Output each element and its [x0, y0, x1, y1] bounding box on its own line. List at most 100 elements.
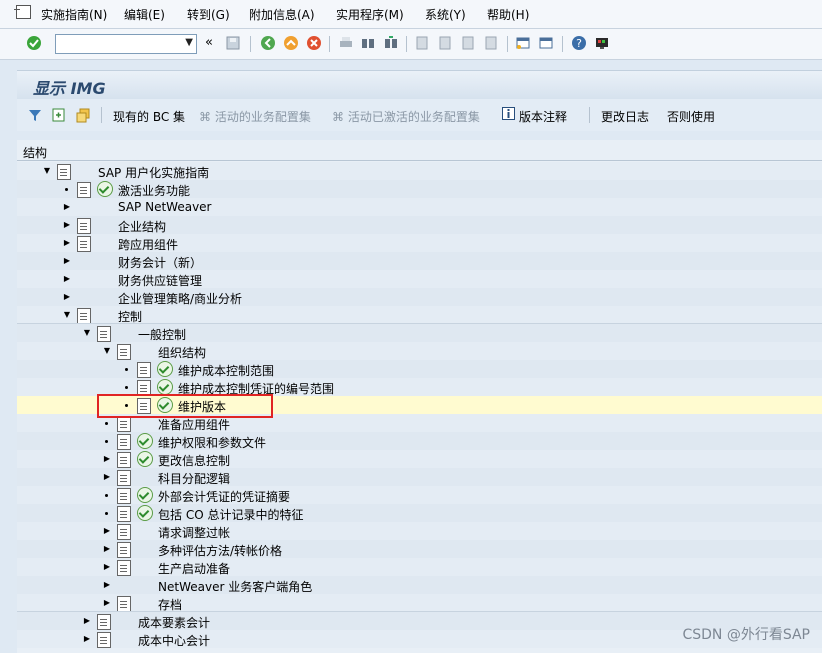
existing-bc-sets-button[interactable]: 现有的 BC 集 — [113, 108, 185, 125]
first-page-icon[interactable] — [414, 35, 430, 51]
expand-node-icon[interactable]: ▶ — [62, 274, 72, 284]
release-notes-button[interactable]: 版本注释 — [502, 107, 567, 125]
tree-node[interactable] — [17, 468, 822, 486]
expand-node-icon[interactable]: ▶ — [62, 202, 72, 212]
create-session-icon[interactable] — [515, 35, 531, 51]
tree-node-label[interactable]: 准备应用组件 — [158, 416, 230, 433]
expand-node-icon[interactable]: ▶ — [102, 598, 112, 608]
find-next-icon[interactable] — [383, 35, 399, 51]
filter-icon[interactable] — [27, 107, 43, 123]
collapse-node-icon[interactable]: ▼ — [82, 328, 92, 338]
tree-node[interactable] — [17, 594, 822, 612]
tree-node[interactable] — [17, 342, 822, 360]
expand-node-icon[interactable]: ▶ — [62, 256, 72, 266]
tree-node-label[interactable]: 组织结构 — [158, 344, 206, 361]
tree-node-label[interactable]: 更改信息控制 — [158, 452, 230, 469]
expand-node-icon[interactable]: ▶ — [62, 292, 72, 302]
next-page-icon[interactable] — [460, 35, 476, 51]
documentation-icon[interactable] — [117, 542, 131, 558]
tree-node-label[interactable]: 请求调整过帐 — [158, 524, 230, 541]
other-use-button[interactable]: 否则使用 — [667, 108, 715, 125]
documentation-icon[interactable] — [97, 326, 111, 342]
system-menu-icon[interactable] — [14, 5, 31, 19]
collapse-node-icon[interactable]: ▼ — [42, 166, 52, 176]
change-log-button[interactable]: 更改日志 — [601, 108, 649, 125]
documentation-icon[interactable] — [117, 560, 131, 576]
menu-goto[interactable]: 转到(G) — [187, 6, 230, 23]
tree-node[interactable] — [17, 522, 822, 540]
documentation-icon[interactable] — [77, 182, 91, 198]
collapse-node-icon[interactable]: ▼ — [62, 310, 72, 320]
tree-node-label[interactable]: 成本要素会计 — [138, 614, 210, 631]
expand-node-icon[interactable]: ▶ — [102, 562, 112, 572]
tree-node-label[interactable]: 企业管理策略/商业分析 — [118, 290, 242, 307]
print-icon[interactable] — [338, 35, 354, 51]
documentation-icon[interactable] — [117, 506, 131, 522]
menu-extras[interactable]: 附加信息(A) — [249, 6, 315, 23]
exit-icon[interactable] — [283, 35, 299, 51]
menu-system[interactable]: 系统(Y) — [425, 6, 466, 23]
tree-node-label[interactable]: 企业结构 — [118, 218, 166, 235]
expand-node-icon[interactable]: ▶ — [102, 544, 112, 554]
expand-node-icon[interactable]: ▶ — [102, 454, 112, 464]
documentation-icon[interactable] — [57, 164, 71, 180]
execute-activity-icon[interactable] — [157, 379, 173, 395]
execute-activity-icon[interactable] — [137, 451, 153, 467]
tree-node-label[interactable]: 财务会计（新） — [118, 254, 202, 271]
tree-node-label[interactable]: SAP NetWeaver — [118, 200, 211, 214]
menu-implementation-guide[interactable]: 实施指南(N) — [41, 6, 107, 23]
enter-check-icon[interactable] — [26, 35, 42, 51]
expand-node-icon[interactable]: ▶ — [82, 616, 92, 626]
tree-node-label[interactable]: 一般控制 — [138, 326, 186, 343]
documentation-icon[interactable] — [137, 362, 151, 378]
documentation-icon[interactable] — [117, 596, 131, 612]
help-icon[interactable]: ? — [571, 35, 587, 51]
tree-node-label[interactable]: 多种评估方法/转帐价格 — [158, 542, 282, 559]
documentation-icon[interactable] — [117, 416, 131, 432]
last-page-icon[interactable] — [483, 35, 499, 51]
menu-help[interactable]: 帮助(H) — [487, 6, 529, 23]
back-chevrons-icon[interactable]: « — [205, 35, 213, 50]
layout-menu-icon[interactable] — [594, 35, 610, 51]
previous-page-icon[interactable] — [437, 35, 453, 51]
expand-node-icon[interactable]: ▶ — [62, 238, 72, 248]
tree-node-label[interactable]: 科目分配逻辑 — [158, 470, 230, 487]
command-field[interactable]: ▼ — [55, 34, 197, 54]
menu-utilities[interactable]: 实用程序(M) — [336, 6, 404, 23]
tree-node-label[interactable]: 维护权限和参数文件 — [158, 434, 266, 451]
tree-node-label[interactable]: 成本中心会计 — [138, 632, 210, 649]
expand-node-icon[interactable]: ▶ — [102, 580, 112, 590]
execute-activity-icon[interactable] — [137, 505, 153, 521]
documentation-icon[interactable] — [77, 236, 91, 252]
documentation-icon[interactable] — [117, 488, 131, 504]
documentation-icon[interactable] — [117, 434, 131, 450]
save-icon[interactable] — [225, 35, 241, 51]
execute-activity-icon[interactable] — [157, 361, 173, 377]
tree-node-label[interactable]: NetWeaver 业务客户端角色 — [158, 578, 312, 595]
cancel-icon[interactable] — [306, 35, 322, 51]
documentation-icon[interactable] — [117, 470, 131, 486]
documentation-icon[interactable] — [117, 524, 131, 540]
documentation-icon[interactable] — [97, 614, 111, 630]
documentation-icon[interactable] — [77, 218, 91, 234]
tree-node-label[interactable]: 跨应用组件 — [118, 236, 178, 253]
tree-node-label[interactable]: 生产启动准备 — [158, 560, 230, 577]
collapse-node-icon[interactable]: ▼ — [102, 346, 112, 356]
execute-activity-icon[interactable] — [137, 487, 153, 503]
expand-subtree-icon[interactable] — [51, 107, 67, 123]
expand-node-icon[interactable]: ▶ — [82, 634, 92, 644]
documentation-icon[interactable] — [117, 344, 131, 360]
menu-edit[interactable]: 编辑(E) — [124, 6, 165, 23]
back-icon[interactable] — [260, 35, 276, 51]
favorites-icon[interactable] — [75, 107, 91, 123]
tree-node-label[interactable]: 激活业务功能 — [118, 182, 190, 199]
expand-node-icon[interactable]: ▶ — [62, 220, 72, 230]
find-icon[interactable] — [360, 35, 376, 51]
expand-node-icon[interactable]: ▶ — [102, 472, 112, 482]
chevron-down-icon[interactable]: ▼ — [185, 37, 193, 48]
execute-activity-icon[interactable] — [97, 181, 113, 197]
tree-node-label[interactable]: SAP 用户化实施指南 — [98, 164, 209, 181]
documentation-icon[interactable] — [97, 632, 111, 648]
tree-node[interactable] — [17, 540, 822, 558]
tree-node-label[interactable]: 维护成本控制范围 — [178, 362, 274, 379]
